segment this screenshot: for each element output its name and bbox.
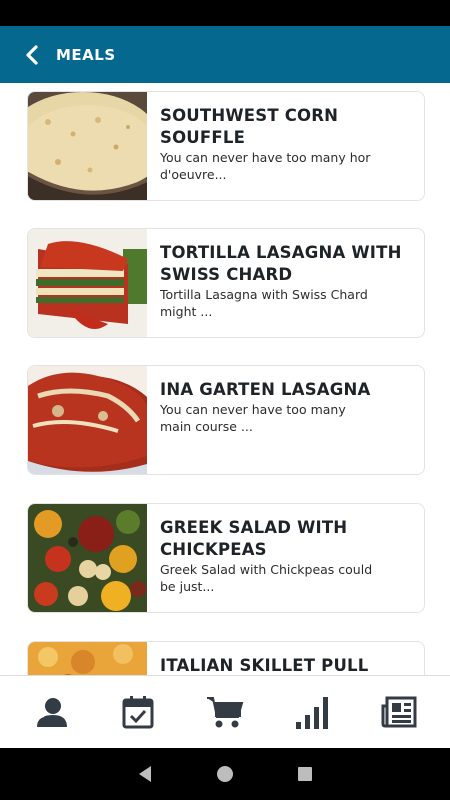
nav-stats[interactable] (282, 682, 342, 742)
bar-chart-icon (295, 697, 328, 729)
back-button[interactable] (8, 26, 56, 83)
triangle-back-icon (139, 766, 151, 782)
meal-description: Greek Salad with Chickpeas could be just… (160, 562, 373, 594)
meal-title: GREEK SALAD WITH CHICKPEAS (160, 518, 348, 559)
nav-news[interactable] (369, 682, 429, 742)
meal-image (28, 642, 147, 675)
meal-title: ITALIAN SKILLET PULL (160, 656, 369, 675)
meal-title: INA GARTEN LASAGNA (160, 380, 371, 399)
profile-icon (34, 698, 68, 728)
calendar-check-icon (122, 696, 154, 729)
meal-description: Tortilla Lasagna with Swiss Chard might … (160, 287, 368, 319)
meal-image (28, 504, 147, 612)
circle-home-icon (217, 766, 233, 782)
square-recents-icon (298, 767, 312, 781)
meal-image (28, 92, 147, 200)
meal-description: You can never have too many main course … (160, 402, 346, 434)
newspaper-icon (381, 696, 417, 728)
nav-profile[interactable] (21, 682, 81, 742)
system-home-button[interactable] (185, 748, 265, 800)
meal-description: You can never have too many hor d'oeuvre… (160, 150, 371, 182)
meal-card[interactable]: ITALIAN SKILLET PULL (27, 641, 425, 675)
meal-card[interactable]: SOUTHWEST CORN SOUFFLE You can never hav… (27, 91, 425, 201)
meal-card[interactable]: INA GARTEN LASAGNA You can never have to… (27, 365, 425, 475)
bottom-nav (0, 675, 450, 748)
meal-title: SOUTHWEST CORN SOUFFLE (160, 106, 339, 147)
meal-list[interactable]: SOUTHWEST CORN SOUFFLE You can never hav… (0, 83, 450, 675)
system-nav-bar (0, 748, 450, 800)
nav-cart[interactable] (195, 682, 255, 742)
meal-card[interactable]: TORTILLA LASAGNA WITH SWISS CHARD Tortil… (27, 228, 425, 338)
meal-image (28, 229, 147, 337)
cart-icon (206, 697, 244, 728)
system-recents-button[interactable] (265, 748, 345, 800)
system-back-button[interactable] (105, 748, 185, 800)
status-bar (0, 0, 450, 26)
meal-image (28, 366, 147, 474)
app-bar: MEALS (0, 26, 450, 83)
nav-calendar[interactable] (108, 682, 168, 742)
meal-card[interactable]: GREEK SALAD WITH CHICKPEAS Greek Salad w… (27, 503, 425, 613)
page-title: MEALS (56, 45, 116, 64)
meal-title: TORTILLA LASAGNA WITH SWISS CHARD (160, 243, 402, 284)
back-arrow-icon (26, 44, 38, 65)
